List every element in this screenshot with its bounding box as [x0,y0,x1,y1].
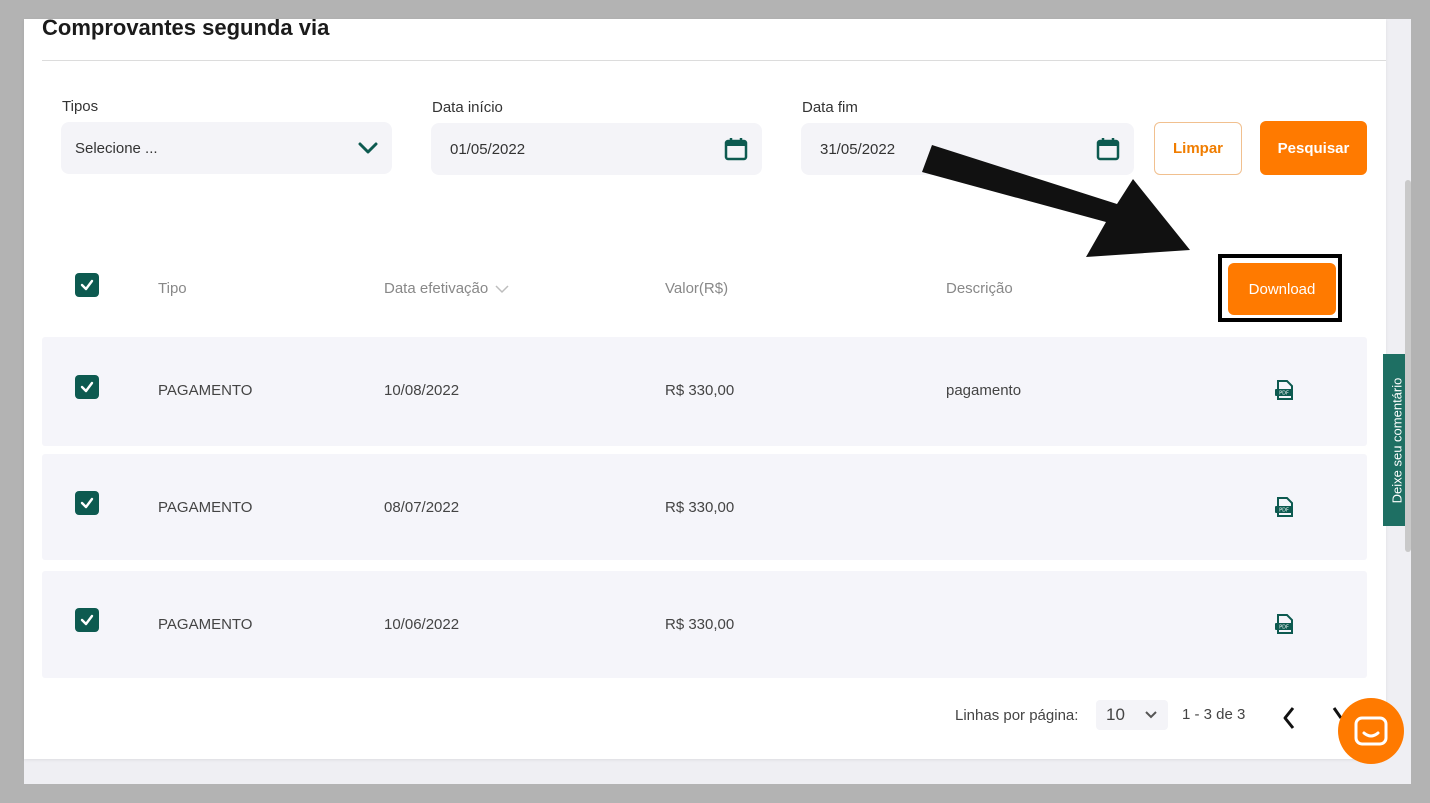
download-highlight-box [1218,254,1342,322]
title-divider [42,60,1386,61]
tipos-label: Tipos [62,98,99,115]
arrow-annotation [922,145,1190,257]
chevron-down-icon [358,142,378,154]
table-row: PAGAMENTO 08/07/2022 R$ 330,00 PDF [42,454,1367,560]
svg-text:PDF: PDF [1279,625,1289,631]
rows-per-page-select[interactable]: 10 [1096,700,1168,730]
row-valor: R$ 330,00 [665,616,735,633]
data-inicio-input[interactable]: 01/05/2022 [431,123,762,175]
row-tipo: PAGAMENTO [158,616,253,633]
row-descricao: pagamento [946,382,1022,399]
header-descricao: Descrição [946,280,1013,297]
scrollbar[interactable] [1405,180,1411,552]
svg-text:PDF: PDF [1279,508,1289,514]
data-inicio-label: Data início [432,99,503,116]
table-row: PAGAMENTO 10/08/2022 R$ 330,00 pagamento… [42,337,1367,446]
rows-per-page-value: 10 [1106,705,1125,724]
pdf-icon[interactable]: PDF [1273,496,1295,518]
row-checkbox[interactable] [75,608,99,632]
header-data-label: Data efetivação [384,280,489,297]
data-inicio-value: 01/05/2022 [450,140,526,158]
feedback-side-tab-label: Deixe seu comentário [1389,377,1405,503]
select-all-checkbox[interactable] [75,273,99,297]
row-data: 10/08/2022 [384,382,460,399]
row-valor: R$ 330,00 [665,499,735,516]
chevron-down-icon [1145,711,1157,719]
header-valor: Valor(R$) [665,280,729,297]
calendar-icon[interactable] [724,137,748,161]
pdf-icon[interactable]: PDF [1273,379,1295,401]
row-checkbox[interactable] [75,491,99,515]
rows-per-page-label: Linhas por página: [955,707,1079,724]
page-frame: Comprovantes segunda via Tipos Selecione… [24,15,1411,784]
row-checkbox[interactable] [75,375,99,399]
row-data: 08/07/2022 [384,499,460,516]
svg-text:PDF: PDF [1279,391,1289,397]
check-icon [80,381,94,393]
header-tipo: Tipo [158,280,187,297]
page-title: Comprovantes segunda via [42,15,330,40]
chat-button[interactable] [1338,698,1404,764]
table-row: PAGAMENTO 10/06/2022 R$ 330,00 PDF [42,571,1367,678]
check-icon [80,614,94,626]
main-card: Comprovantes segunda via Tipos Selecione… [24,15,1386,759]
row-tipo: PAGAMENTO [158,499,253,516]
sort-chevron-icon[interactable] [494,284,510,294]
chat-icon [1354,716,1388,746]
pdf-icon[interactable]: PDF [1273,613,1295,635]
pagination-range: 1 - 3 de 3 [1182,706,1246,723]
data-fim-label: Data fim [802,99,858,116]
check-icon [80,497,94,509]
row-data: 10/06/2022 [384,616,460,633]
header-data-efetivacao[interactable]: Data efetivação [384,280,510,297]
tipos-select[interactable]: Selecione ... [61,122,392,174]
row-valor: R$ 330,00 [665,382,735,399]
pesquisar-button[interactable]: Pesquisar [1260,121,1367,175]
check-icon [80,279,94,291]
row-tipo: PAGAMENTO [158,382,253,399]
tipos-value: Selecione ... [75,139,158,157]
chevron-left-icon[interactable] [1281,705,1297,731]
